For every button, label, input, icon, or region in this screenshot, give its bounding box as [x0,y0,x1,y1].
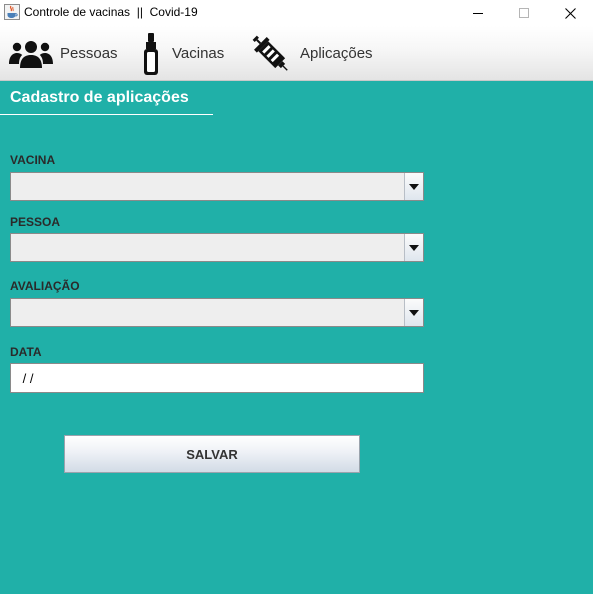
data-label: DATA [10,345,42,359]
vacina-label: VACINA [10,153,56,167]
maximize-button[interactable] [501,0,547,26]
toolbar-aplicacoes-label: Aplicações [300,45,373,62]
toolbar-pessoas[interactable]: Pessoas [8,26,118,81]
chevron-down-icon [409,244,419,251]
chevron-down-icon [409,309,419,316]
toolbar-aplicacoes[interactable]: Aplicações [248,26,373,81]
avaliacao-select[interactable] [10,298,424,327]
vaccine-vial-icon [144,32,158,75]
vacina-dropdown-button[interactable] [404,173,423,200]
pessoa-label: PESSOA [10,215,61,229]
java-cup-icon [4,4,20,20]
pessoa-dropdown-button[interactable] [404,234,423,261]
chevron-down-icon [409,183,419,190]
close-button[interactable] [547,0,593,26]
syringe-icon [252,35,288,71]
toolbar-pessoas-label: Pessoas [60,45,118,62]
title-bar: Controle de vacinas || Covid-19 [0,0,593,26]
window-title: Controle de vacinas || Covid-19 [24,5,198,19]
toolbar-vacinas-label: Vacinas [172,45,225,62]
minimize-button[interactable] [455,0,501,26]
pessoa-select[interactable] [10,233,424,262]
minimize-icon [473,13,483,14]
main-panel: Cadastro de aplicações VACINA PESSOA AVA… [0,81,593,594]
avaliacao-dropdown-button[interactable] [404,299,423,326]
section-title: Cadastro de aplicações [10,89,189,106]
people-icon [9,40,53,68]
toolbar-vacinas[interactable]: Vacinas [136,26,224,81]
title-underline [0,114,213,115]
toolbar: Pessoas Vacinas Aplicações [0,26,593,81]
avaliacao-label: AVALIAÇÃO [10,279,80,293]
maximize-icon [519,8,529,18]
data-field[interactable] [10,363,424,393]
vacina-select[interactable] [10,172,424,201]
close-icon [564,7,576,19]
save-button[interactable]: SALVAR [64,435,360,473]
